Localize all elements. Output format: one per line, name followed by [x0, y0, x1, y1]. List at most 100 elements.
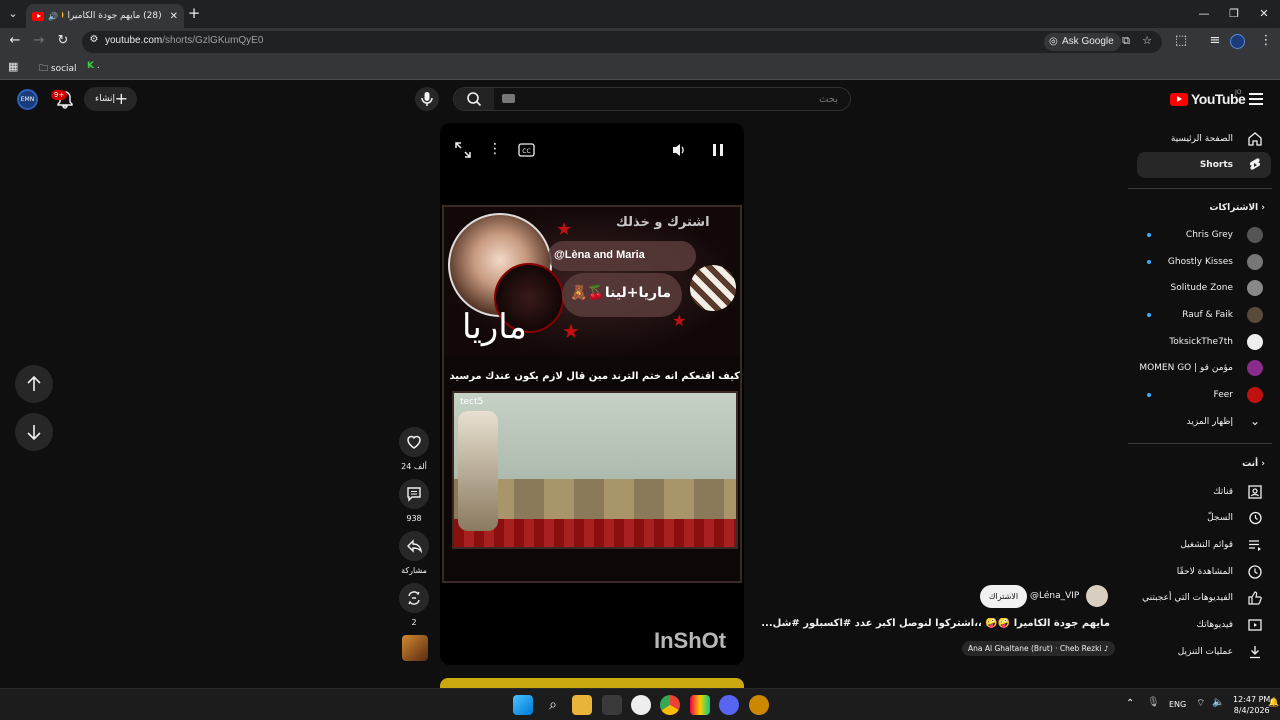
browser-tab[interactable]: 🔊 (28) مايهم جودة الكاميرا 🤪🤪 ✕ [26, 4, 184, 28]
subscription-item[interactable]: MOMEN GO | مؤمن قو [1137, 355, 1271, 381]
more-options-icon[interactable]: ⋮ [488, 141, 502, 157]
start-icon[interactable] [513, 695, 533, 715]
back-icon[interactable]: ← [5, 33, 25, 48]
comments-button[interactable] [399, 479, 429, 509]
discord-icon[interactable] [719, 695, 739, 715]
sidebar-item-history[interactable]: السجلّ [1137, 505, 1271, 531]
subscriptions-heading[interactable]: الاشتراكات › [1137, 203, 1265, 213]
folder-icon: 🗀 [39, 64, 49, 74]
mic-tray-icon[interactable]: 🎙 [1147, 697, 1160, 708]
you-heading[interactable]: أنت › [1137, 459, 1265, 469]
hamburger-menu-icon[interactable] [1249, 93, 1263, 105]
audio-icon[interactable]: 🔊 [48, 12, 58, 21]
previous-short-button[interactable] [15, 365, 53, 403]
profile-avatar[interactable] [1230, 34, 1245, 49]
forward-icon[interactable]: → [29, 33, 49, 48]
volume-icon[interactable] [670, 141, 688, 159]
app-icon[interactable] [690, 695, 710, 715]
taskbar-search-icon[interactable]: ⌕ [543, 695, 563, 715]
wifi-icon[interactable]: ⌔ [1196, 697, 1205, 710]
sidebar-item-your-videos[interactable]: فيديوهاتك [1137, 612, 1271, 638]
bookmark-social[interactable]: 🗀 social [39, 61, 77, 77]
pause-icon[interactable] [709, 141, 727, 159]
comment-count: 938 [406, 514, 422, 523]
app-icon[interactable] [749, 695, 769, 715]
url-text[interactable]: youtube.com/shorts/GzlGKumQyE0 [105, 35, 263, 46]
voice-search-button[interactable] [415, 87, 439, 111]
new-tab-button[interactable]: + [184, 4, 204, 22]
subscription-item[interactable]: ToksickThe7th [1137, 329, 1271, 355]
download-icon [1250, 646, 1260, 659]
channel-avatar [1247, 307, 1263, 323]
show-more-button[interactable]: إظهار المزيد ⌄ [1137, 409, 1271, 435]
star-icon: ★ [672, 311, 687, 330]
close-tab-icon[interactable]: ✕ [170, 11, 178, 22]
subscription-item[interactable]: Solitude Zone [1137, 275, 1271, 301]
account-avatar[interactable]: EMN [17, 89, 38, 110]
shorts-player[interactable]: ⋮ CC اشترك و خذلك @Lèna and Maria ماريا+… [440, 123, 744, 665]
bookmarks-bar: ▦ 🗀 social K . [0, 56, 1280, 80]
like-button[interactable] [399, 427, 429, 457]
close-window-icon[interactable]: ✕ [1254, 7, 1274, 20]
subscription-item[interactable]: Ghostly Kisses [1137, 249, 1271, 275]
channel-name[interactable]: @Léna_VIP [1030, 591, 1079, 601]
reload-icon[interactable]: ↻ [53, 33, 73, 48]
share-button[interactable] [399, 531, 429, 561]
remix-button[interactable] [399, 583, 429, 613]
channel-avatar [1247, 254, 1263, 270]
keyboard-icon[interactable] [502, 94, 515, 103]
speaker-icon[interactable]: 🔈 [1212, 697, 1224, 708]
sidebar-item-your-channel[interactable]: قناتك [1137, 479, 1271, 505]
sidebar-item-home[interactable]: الصفحة الرئيسية [1137, 126, 1271, 152]
subscription-item[interactable]: Rauf & Faik [1137, 302, 1271, 328]
overlay-text: اشترك و خذلك [616, 215, 710, 230]
channel-avatar[interactable] [1086, 585, 1108, 607]
sidebar-item-playlists[interactable]: قوائم التشغيل [1137, 532, 1271, 558]
sidebar-item-downloads[interactable]: عمليات التنزيل [1137, 639, 1271, 665]
address-bar[interactable]: ⚙ youtube.com/shorts/GzlGKumQyE0 ◎ Ask G… [82, 31, 1162, 53]
subscribe-button[interactable]: الاشتراك [980, 585, 1027, 608]
share-label: مشاركة [401, 566, 427, 575]
language-indicator[interactable]: ENG [1169, 700, 1186, 709]
chrome-menu-icon[interactable]: ⋮ [1256, 33, 1276, 48]
bookmark-star-icon[interactable]: ☆ [1137, 34, 1157, 47]
video-title[interactable]: مايهم جودة الكاميرا 🤪🤪 ،،اشتركوا لنوصل أ… [760, 618, 1110, 629]
tab-title: (28) مايهم جودة الكاميرا 🤪🤪 [62, 11, 162, 21]
media-control-icon[interactable]: ≡ [1205, 33, 1225, 48]
sidebar-item-liked-videos[interactable]: الفيديوهات التي أعجبتني [1137, 585, 1271, 611]
file-explorer-icon[interactable] [572, 695, 592, 715]
site-info-icon[interactable]: ⚙ [84, 34, 104, 45]
tab-search-icon[interactable]: ⌄ [3, 7, 23, 20]
subscription-item[interactable]: Chris Grey [1137, 222, 1271, 248]
app-icon[interactable] [602, 695, 622, 715]
ask-google-button[interactable]: ◎ Ask Google [1044, 33, 1121, 51]
apps-grid-icon[interactable]: ▦ [8, 60, 18, 73]
search-button[interactable] [454, 88, 494, 110]
clock-app-icon[interactable] [631, 695, 651, 715]
next-short-button[interactable] [15, 413, 53, 451]
tray-chevron-icon[interactable]: ⌃ [1126, 698, 1134, 709]
chrome-icon[interactable] [660, 695, 680, 715]
extensions-icon[interactable]: ⬚ [1171, 33, 1191, 48]
sidebar-item-shorts[interactable]: Shorts [1137, 152, 1271, 178]
maximize-icon[interactable]: ❐ [1224, 7, 1244, 20]
video-tag: tect5 [460, 397, 484, 407]
sound-chip[interactable]: Ana Al Ghaltane (Brut) · Cheb Rezki ♪ [962, 641, 1115, 656]
search-input[interactable] [494, 89, 850, 109]
sound-thumbnail[interactable] [402, 635, 428, 661]
youtube-page: EMN 9+ إنشاء + YouTube JO الصفحة الرئيسي… [0, 80, 1280, 692]
install-app-icon[interactable]: ⧉ [1116, 34, 1136, 48]
star-icon: ★ [556, 219, 573, 240]
fullscreen-icon[interactable] [454, 141, 472, 159]
minimize-icon[interactable]: — [1194, 7, 1214, 20]
video-caption: كيف اقنعكم انه ختم الترند مين قال لازم ي… [450, 371, 740, 382]
notifications-icon[interactable]: 🔔 [1268, 698, 1279, 708]
system-clock[interactable]: 12:47 PM 8/4/2026 [1233, 694, 1270, 716]
notification-badge: 9+ [51, 90, 68, 100]
create-button[interactable]: إنشاء + [84, 87, 137, 111]
captions-icon[interactable]: CC [518, 143, 535, 157]
subscription-item[interactable]: Feer [1137, 382, 1271, 408]
sidebar-item-watch-later[interactable]: المشاهدة لاحقًا [1137, 559, 1271, 585]
remix-icon [408, 591, 420, 605]
bookmark-k[interactable]: K . [87, 61, 100, 71]
